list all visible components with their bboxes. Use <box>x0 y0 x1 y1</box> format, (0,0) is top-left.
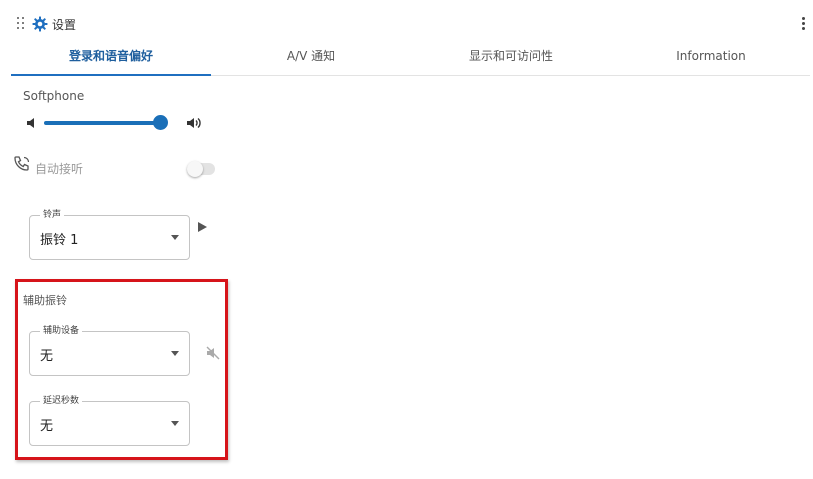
ringtone-value: 振铃 1 <box>40 233 79 248</box>
tab-login-voice[interactable]: 登录和语音偏好 <box>11 40 211 76</box>
volume-high-icon <box>187 117 201 129</box>
page-title: 设置 <box>52 18 77 32</box>
auto-answer-label: 自动接听 <box>35 162 84 176</box>
ringtone-legend: 铃声 <box>40 208 65 222</box>
chevron-down-icon <box>171 235 179 240</box>
auto-answer-toggle[interactable] <box>187 161 215 177</box>
volume-low-icon <box>27 118 34 128</box>
more-options-icon[interactable] <box>799 16 807 32</box>
delay-seconds-select[interactable]: 延迟秒数 无 <box>29 394 190 446</box>
phone-auto-answer-icon <box>14 156 30 171</box>
delay-seconds-value: 无 <box>40 419 54 434</box>
secondary-ring-label: 辅助振铃 <box>23 294 67 307</box>
ringtone-select[interactable]: 铃声 振铃 1 <box>29 208 190 260</box>
chevron-down-icon <box>171 351 179 356</box>
volume-slider-thumb[interactable] <box>153 115 168 130</box>
volume-control <box>15 112 201 134</box>
tab-av-notifications[interactable]: A/V 通知 <box>211 40 411 75</box>
secondary-device-legend: 辅助设备 <box>40 324 83 338</box>
volume-mute-icon[interactable] <box>205 346 221 360</box>
play-ringtone-icon[interactable] <box>198 222 207 232</box>
tab-information[interactable]: Information <box>611 40 811 75</box>
tab-bar: 登录和语音偏好 A/V 通知 显示和可访问性 Information <box>11 40 810 76</box>
softphone-label: Softphone <box>23 89 85 103</box>
secondary-device-value: 无 <box>40 349 54 364</box>
drag-handle-icon[interactable] <box>17 17 25 30</box>
secondary-device-select[interactable]: 辅助设备 无 <box>29 324 190 376</box>
delay-seconds-legend: 延迟秒数 <box>40 394 83 408</box>
panel-header: 设置 <box>11 11 810 38</box>
tab-display-accessibility[interactable]: 显示和可访问性 <box>411 40 611 75</box>
chevron-down-icon <box>171 421 179 426</box>
volume-slider-track[interactable] <box>44 121 159 125</box>
gear-icon <box>32 16 48 32</box>
auto-answer-row: 自动接听 <box>13 155 215 177</box>
